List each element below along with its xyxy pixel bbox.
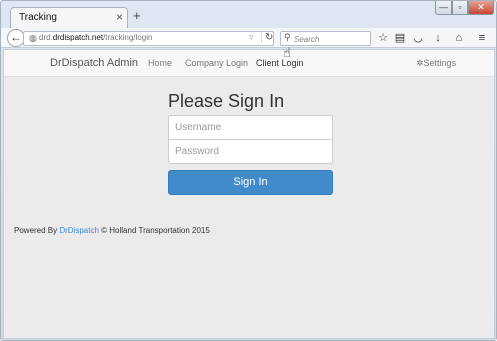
url-dropdown-icon[interactable]: ▿ bbox=[249, 32, 254, 43]
reload-icon[interactable]: ↻ bbox=[261, 32, 273, 43]
nav-link-company-login[interactable]: Company Login bbox=[185, 58, 248, 68]
settings-label: Settings bbox=[423, 58, 457, 68]
tab-close-icon[interactable]: × bbox=[116, 10, 123, 24]
sign-in-button[interactable]: Sign In bbox=[168, 170, 333, 195]
menu-icon[interactable]: ≡ bbox=[475, 31, 489, 45]
new-tab-button[interactable]: + bbox=[133, 9, 141, 23]
page-footer: Powered By DrDispatch © Holland Transpor… bbox=[14, 226, 210, 235]
back-arrow-icon: ← bbox=[10, 30, 22, 44]
search-input[interactable] bbox=[294, 33, 368, 45]
maximize-button[interactable]: ▫ bbox=[452, 1, 468, 15]
url-text: drd.drdispatch.net/tracking/login bbox=[39, 33, 153, 42]
browser-tab[interactable]: Tracking × bbox=[10, 7, 128, 29]
nav-link-client-login[interactable]: Client Login bbox=[256, 58, 304, 68]
page-viewport: DrDispatch Admin Home Company Login Clie… bbox=[3, 49, 495, 339]
tab-strip: Tracking × + — ▫ ✕ bbox=[1, 1, 496, 29]
footer-suffix: © Holland Transportation 2015 bbox=[98, 226, 210, 235]
username-field[interactable] bbox=[168, 115, 333, 140]
minimize-button[interactable]: — bbox=[435, 1, 452, 15]
gear-icon: ✲ bbox=[416, 58, 424, 68]
globe-icon: ◍ bbox=[29, 33, 37, 43]
close-window-button[interactable]: ✕ bbox=[468, 1, 494, 15]
mouse-cursor-icon: ☝ bbox=[283, 45, 291, 60]
home-icon[interactable]: ⌂ bbox=[452, 31, 466, 45]
reading-list-icon[interactable]: ▤ bbox=[393, 31, 407, 45]
browser-window: Tracking × + — ▫ ✕ ← ◍ drd.drdispatch.ne… bbox=[0, 0, 497, 341]
settings-link[interactable]: ✲Settings bbox=[416, 58, 456, 69]
downloads-icon[interactable]: ↓ bbox=[431, 31, 445, 45]
search-bar[interactable]: ⚲ bbox=[280, 31, 371, 46]
tab-title: Tracking bbox=[19, 12, 57, 23]
footer-prefix: Powered By bbox=[14, 226, 60, 235]
bookmark-star-icon[interactable]: ☆ bbox=[376, 31, 390, 45]
pocket-icon[interactable]: ◡ bbox=[411, 31, 425, 45]
nav-link-home[interactable]: Home bbox=[148, 58, 172, 68]
search-icon: ⚲ bbox=[284, 32, 291, 42]
browser-toolbar: ← ◍ drd.drdispatch.net/tracking/login ▿ … bbox=[1, 28, 496, 48]
site-brand[interactable]: DrDispatch Admin bbox=[50, 57, 138, 69]
site-navbar: DrDispatch Admin Home Company Login Clie… bbox=[4, 50, 494, 77]
footer-link[interactable]: DrDispatch bbox=[59, 226, 99, 235]
page-title: Please Sign In bbox=[168, 91, 285, 111]
password-field[interactable] bbox=[168, 139, 333, 164]
address-bar[interactable]: ◍ drd.drdispatch.net/tracking/login ▿ ↻ bbox=[23, 31, 274, 46]
